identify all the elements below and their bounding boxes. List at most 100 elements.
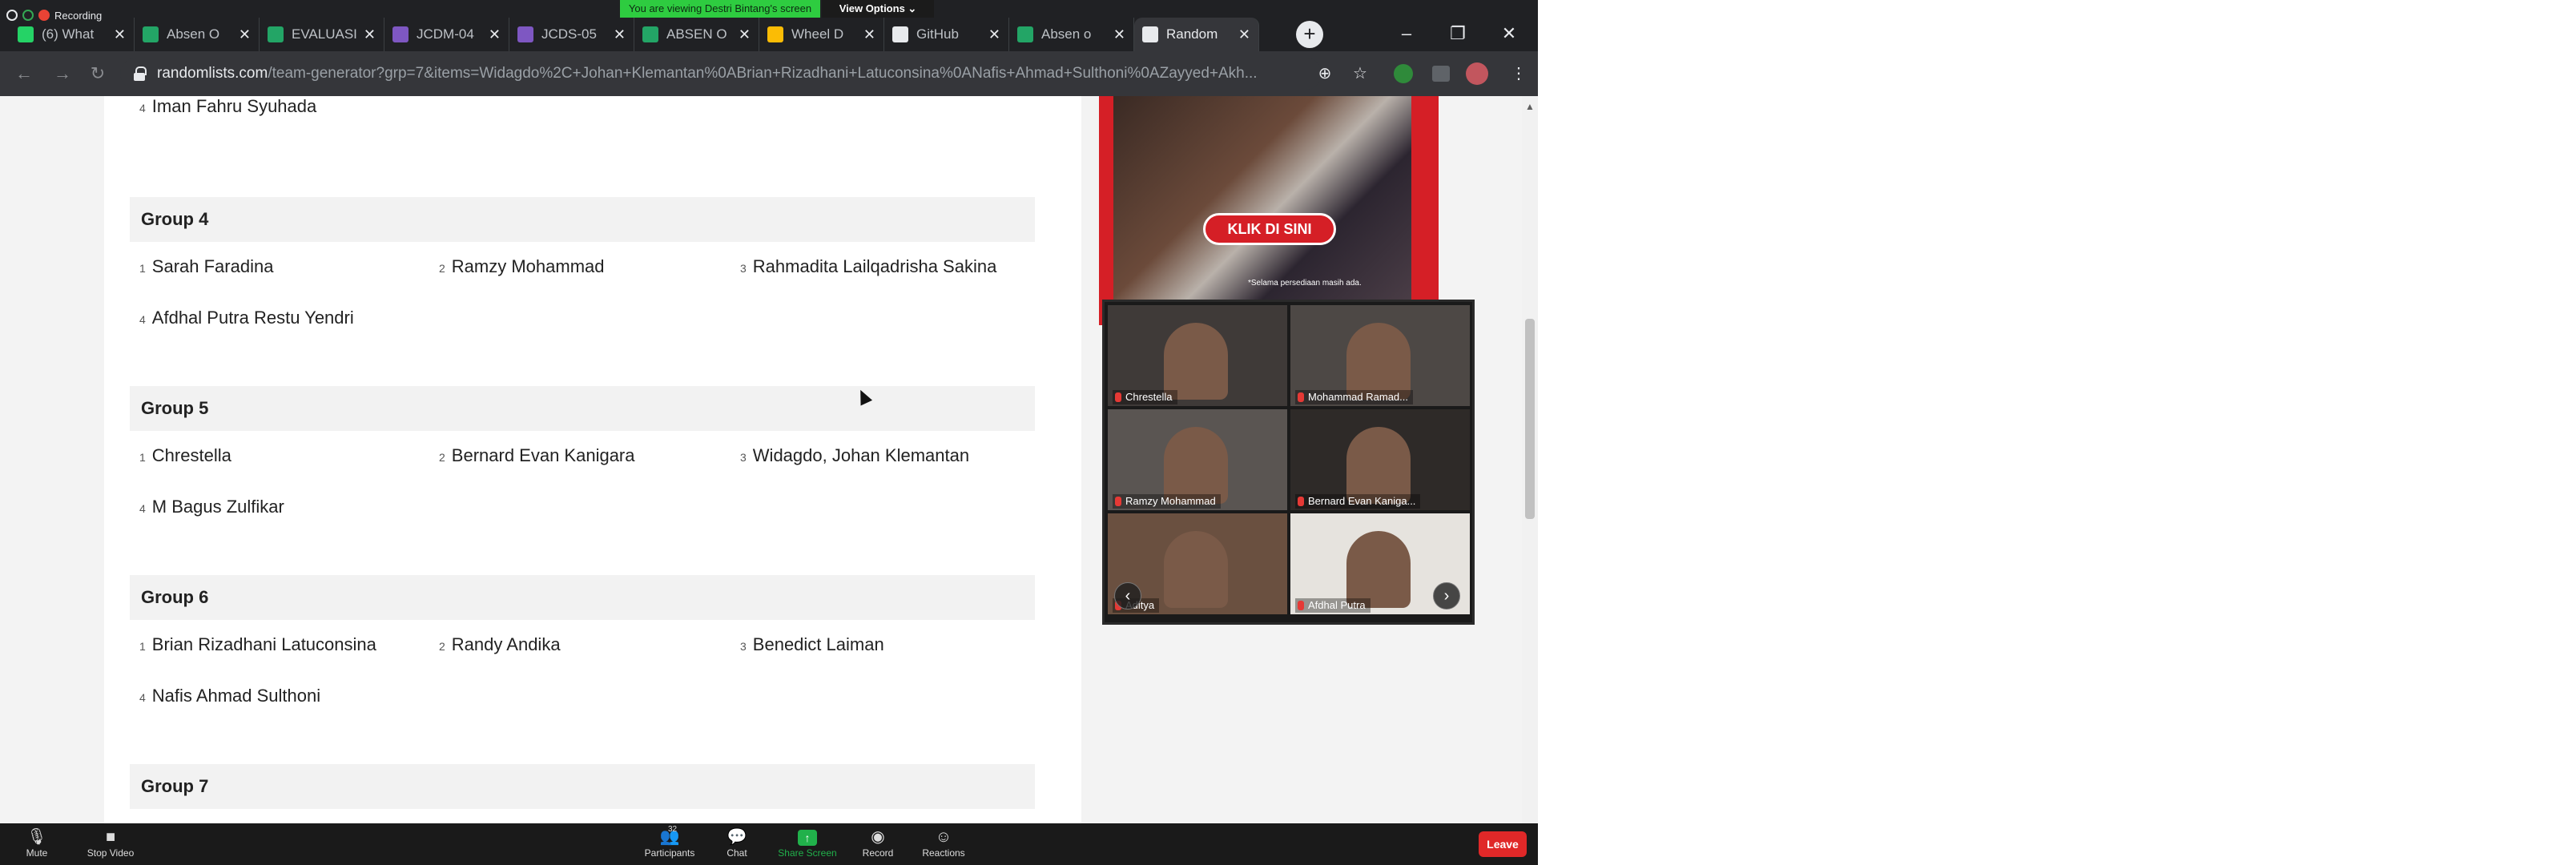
participant-video xyxy=(1164,323,1228,400)
browser-tab[interactable]: Random ✕ xyxy=(1134,18,1259,51)
team-member: 1 Brian Rizadhani Latuconsina xyxy=(139,633,376,657)
browser-tab[interactable]: ABSEN O ✕ xyxy=(634,18,759,51)
minimize-icon[interactable]: – xyxy=(1383,18,1431,50)
ad-photo xyxy=(1113,96,1411,301)
tab-title: Random xyxy=(1166,26,1218,42)
participants-count: 32 xyxy=(668,825,678,834)
team-member: 2 Randy Andika xyxy=(439,633,561,657)
browser-tab[interactable]: Absen O ✕ xyxy=(135,18,260,51)
participant-video-tile[interactable]: Chrestella xyxy=(1108,305,1287,406)
browser-tab[interactable]: JCDM-04 ✕ xyxy=(384,18,509,51)
team-member: 1 Chrestella xyxy=(139,444,231,468)
member-number: 4 xyxy=(139,502,146,515)
tab-close-icon[interactable]: ✕ xyxy=(364,26,376,43)
menu-kebab-icon[interactable]: ⋮ xyxy=(1507,62,1530,85)
close-window-icon[interactable]: ✕ xyxy=(1485,18,1533,50)
share-screen-button[interactable]: ↑ Share Screen xyxy=(767,827,847,862)
browser-tab[interactable]: EVALUASI ✕ xyxy=(260,18,384,51)
chat-bubble-icon: 💬 xyxy=(727,828,747,846)
tab-favicon-icon xyxy=(642,26,658,42)
tab-close-icon[interactable]: ✕ xyxy=(239,26,251,43)
team-member: 1 Sarah Faradina xyxy=(139,255,273,279)
tab-close-icon[interactable]: ✕ xyxy=(988,26,1000,43)
participant-name: Ramzy Mohammad xyxy=(1113,494,1221,509)
tab-favicon-icon xyxy=(1017,26,1033,42)
browser-tab[interactable]: GitHub ✕ xyxy=(884,18,1009,51)
tab-list: (6) What ✕ Absen O ✕ EVALUASI ✕ JCDM-04 ✕ JCDS-0… xyxy=(10,18,1259,51)
mute-button[interactable]: 🎙 Mute xyxy=(0,827,77,862)
ad-fine-print: *Selama persediaan masih ada. xyxy=(1248,279,1362,288)
group-heading: Group 5 xyxy=(130,386,1035,431)
participant-video xyxy=(1164,531,1228,608)
scrollbar-thumb[interactable] xyxy=(1525,319,1535,519)
stop-video-button[interactable]: ■ Stop Video xyxy=(70,827,151,862)
reactions-button[interactable]: ☺ Reactions xyxy=(904,827,984,862)
address-bar[interactable]: randomlists.com/team-generator?grp=7&ite… xyxy=(120,58,1322,90)
participant-name: Afdhal Putra xyxy=(1295,598,1371,613)
team-generator-results: 4 Iman Fahru Syuhada Group 4 1 Sarah Faradin… xyxy=(104,96,1081,823)
chat-button[interactable]: 💬 Chat xyxy=(697,827,777,862)
tab-close-icon[interactable]: ✕ xyxy=(614,26,626,43)
member-number: 4 xyxy=(139,691,146,704)
gallery-prev-icon[interactable]: ‹ xyxy=(1114,582,1141,610)
tab-close-icon[interactable]: ✕ xyxy=(739,26,751,43)
browser-tab[interactable]: Wheel D ✕ xyxy=(759,18,884,51)
member-number: 4 xyxy=(139,313,146,326)
member-number: 2 xyxy=(439,451,445,464)
extension-icon[interactable] xyxy=(1394,64,1413,83)
tab-favicon-icon xyxy=(143,26,159,42)
member-name: Bernard Evan Kanigara xyxy=(451,445,635,465)
restore-icon[interactable]: ❐ xyxy=(1434,18,1482,50)
gallery-next-icon[interactable]: › xyxy=(1433,582,1460,610)
browser-tab[interactable]: Absen o ✕ xyxy=(1009,18,1134,51)
new-tab-button[interactable]: + xyxy=(1296,21,1323,48)
mute-label: Mute xyxy=(26,847,48,859)
profile-avatar[interactable] xyxy=(1466,62,1488,85)
participant-video-tile[interactable]: Ramzy Mohammad xyxy=(1108,409,1287,510)
tab-favicon-icon xyxy=(767,26,783,42)
tab-close-icon[interactable]: ✕ xyxy=(1238,26,1250,43)
team-member: 3 Widagdo, Johan Klemantan xyxy=(740,444,969,468)
member-name: Brian Rizadhani Latuconsina xyxy=(151,634,376,654)
tab-close-icon[interactable]: ✕ xyxy=(489,26,501,43)
bookmark-star-icon[interactable]: ☆ xyxy=(1349,62,1371,85)
extensions-puzzle-icon[interactable] xyxy=(1432,66,1450,82)
ad-cta-button[interactable]: KLIK DI SINI xyxy=(1203,213,1336,245)
tab-title: JCDS-05 xyxy=(541,26,597,42)
viewing-screen-banner: You are viewing Destri Bintang's screen xyxy=(620,0,820,18)
url-path: /team-generator?grp=7&items=Widagdo%2C+J… xyxy=(268,65,1258,82)
browser-tab[interactable]: JCDS-05 ✕ xyxy=(509,18,634,51)
tab-close-icon[interactable]: ✕ xyxy=(1113,26,1125,43)
advertisement-banner[interactable]: KLIK DI SINI *Selama persediaan masih ad… xyxy=(1099,96,1439,325)
tab-close-icon[interactable]: ✕ xyxy=(114,26,126,43)
group-heading: Group 6 xyxy=(130,575,1035,620)
tab-close-icon[interactable]: ✕ xyxy=(863,26,875,43)
member-name: Nafis Ahmad Sulthoni xyxy=(151,686,321,706)
install-icon[interactable]: ⊕ xyxy=(1314,62,1336,85)
tab-favicon-icon xyxy=(268,26,284,42)
member-name: M Bagus Zulfikar xyxy=(151,497,284,517)
tab-favicon-icon xyxy=(517,26,533,42)
member-number: 3 xyxy=(740,451,747,464)
tab-title: ABSEN O xyxy=(666,26,727,42)
member-name: Iman Fahru Syuhada xyxy=(151,96,317,116)
reload-icon[interactable]: ↻ xyxy=(87,62,109,85)
share-screen-label: Share Screen xyxy=(778,847,837,859)
back-arrow-icon[interactable]: ← xyxy=(13,62,35,85)
member-number: 4 xyxy=(139,102,146,115)
participant-video xyxy=(1164,427,1228,504)
lock-icon xyxy=(133,66,147,81)
browser-tab[interactable]: (6) What ✕ xyxy=(10,18,135,51)
participant-video-tile[interactable]: Bernard Evan Kaniga... xyxy=(1290,409,1470,510)
page-scrollbar[interactable]: ▲ xyxy=(1522,96,1538,823)
leave-button[interactable]: Leave xyxy=(1479,831,1527,857)
tab-favicon-icon xyxy=(392,26,409,42)
tab-title: Wheel D xyxy=(791,26,844,42)
view-options-button[interactable]: View Options ⌄ xyxy=(822,0,934,18)
participant-video-tile[interactable]: Mohammad Ramad... xyxy=(1290,305,1470,406)
participant-name: Bernard Evan Kaniga... xyxy=(1295,494,1421,509)
forward-arrow-icon[interactable]: → xyxy=(51,62,74,85)
tab-title: Absen O xyxy=(167,26,220,42)
scroll-up-icon[interactable]: ▲ xyxy=(1525,101,1535,112)
microphone-icon: 🎙 xyxy=(26,828,47,846)
